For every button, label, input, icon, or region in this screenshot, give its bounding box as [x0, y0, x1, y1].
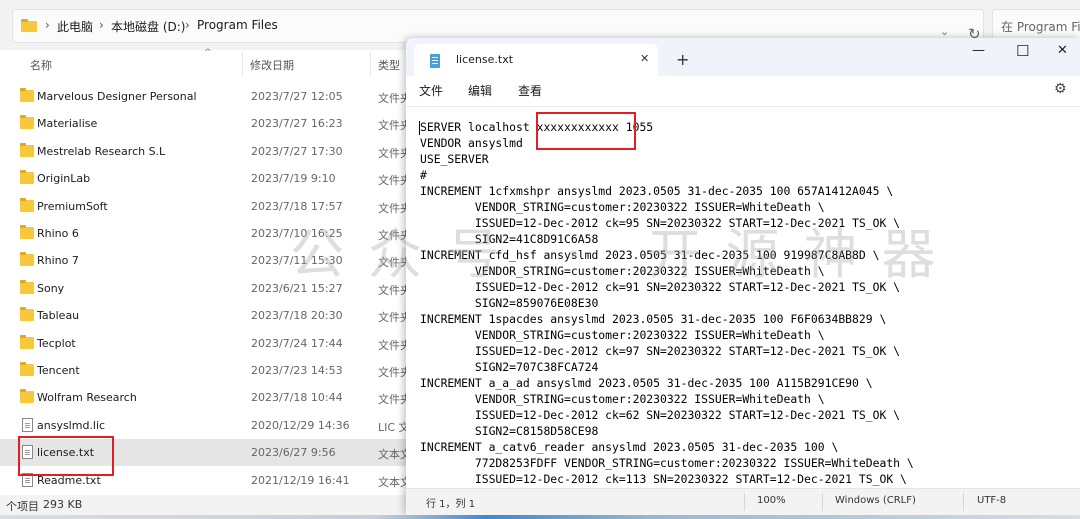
notepad-title-bar[interactable]: license.txt ✕ + — ☐ ✕ [406, 38, 1080, 76]
item-name: OriginLab [37, 172, 91, 186]
search-placeholder: 在 Program Files [1001, 20, 1080, 34]
menu-view[interactable]: 查看 [518, 82, 542, 99]
close-tab-icon[interactable]: ✕ [640, 52, 649, 65]
item-name: Rhino 7 [37, 254, 79, 268]
highlight-box [536, 112, 636, 150]
item-date: 2023/7/19 9:10 [251, 172, 336, 186]
column-divider[interactable] [242, 52, 243, 76]
chevron-right-icon: › [45, 18, 50, 32]
cursor-position: 行 1，列 1 [426, 499, 476, 510]
file-icon [22, 417, 33, 432]
item-date: 2023/7/10 16:25 [251, 227, 343, 240]
item-date: 2023/7/18 10:44 [251, 391, 343, 405]
line-ending: Windows (CRLF) [835, 495, 916, 506]
column-header-date[interactable]: 修改日期 [250, 57, 294, 73]
sort-up-icon: ^ [204, 48, 212, 58]
item-date: 2020/12/29 14:36 [251, 418, 350, 432]
folder-icon [20, 197, 34, 212]
item-type: LIC 文 [378, 420, 410, 434]
item-name: Rhino 6 [37, 227, 79, 240]
item-date: 2023/7/18 20:30 [251, 309, 343, 323]
folder-icon [21, 19, 37, 32]
item-name: ansyslmd.lic [37, 418, 106, 432]
notepad-status-bar: 行 1，列 1 100% Windows (CRLF) UTF-8 [406, 488, 1080, 515]
item-name: Mestrelab Research S.L [37, 144, 166, 158]
notepad-window: license.txt ✕ + — ☐ ✕ 文件 编辑 查看 ⚙ SERVER … [406, 38, 1080, 515]
folder-icon [20, 170, 34, 185]
item-name: Tencent [37, 364, 80, 377]
column-header-name[interactable]: 名称 [30, 57, 52, 73]
tab-title: license.txt [456, 53, 514, 66]
breadcrumb-program-files[interactable]: Program Files [197, 18, 278, 32]
item-date: 2023/7/27 17:30 [251, 144, 343, 158]
item-name: Materialise [37, 117, 98, 131]
folder-icon [20, 142, 34, 157]
text-content: SERVER localhost xxxxxxxxxxxx 1055 VENDO… [420, 120, 914, 486]
new-tab-icon[interactable]: + [676, 50, 689, 69]
highlight-box [18, 436, 114, 476]
status-divider [822, 493, 823, 511]
status-divider [744, 493, 745, 511]
folder-icon [20, 225, 34, 239]
item-date: 2021/12/19 16:41 [251, 473, 350, 487]
close-icon[interactable]: ✕ [1057, 43, 1068, 58]
taskbar-edge [0, 515, 1080, 519]
item-date: 2023/7/18 17:57 [251, 199, 343, 213]
notepad-menu-bar: 文件 编辑 查看 ⚙ [406, 76, 1080, 106]
breadcrumb-local-disk[interactable]: 本地磁盘 (D:) [111, 18, 185, 35]
chevron-right-icon: › [99, 18, 104, 32]
tab-license-txt[interactable]: license.txt ✕ [414, 44, 658, 76]
minimize-icon[interactable]: — [972, 43, 985, 58]
item-date: 2023/7/27 12:05 [251, 90, 343, 103]
folder-icon [20, 362, 34, 376]
item-date: 2023/6/27 9:56 [251, 446, 336, 460]
item-name: Tecplot [37, 336, 76, 350]
zoom-level: 100% [757, 495, 786, 506]
column-header-type[interactable]: 类型 [378, 57, 400, 73]
item-count: 个项目 [6, 500, 39, 513]
folder-icon [20, 252, 34, 267]
item-name: PremiumSoft [37, 199, 108, 213]
chevron-down-icon[interactable]: ⌄ [940, 25, 949, 38]
encoding: UTF-8 [977, 495, 1007, 506]
menu-edit[interactable]: 编辑 [468, 82, 492, 99]
maximize-icon[interactable]: ☐ [1016, 42, 1029, 60]
selection-size: 293 KB [43, 498, 83, 511]
text-caret [419, 121, 420, 135]
notepad-icon [430, 54, 440, 68]
item-name: Tableau [37, 309, 80, 323]
status-divider [963, 493, 964, 511]
item-date: 2023/7/27 16:23 [251, 117, 343, 131]
item-name: Sony [37, 281, 65, 295]
folder-icon [20, 389, 34, 404]
text-editor[interactable]: SERVER localhost xxxxxxxxxxxx 1055 VENDO… [406, 106, 1080, 486]
item-name: Marvelous Designer Personal [37, 90, 197, 103]
folder-icon [20, 307, 34, 322]
folder-icon [20, 88, 34, 102]
item-date: 2023/7/24 17:44 [251, 336, 343, 350]
folder-icon [20, 115, 34, 130]
item-date: 2023/6/21 15:27 [251, 281, 343, 295]
item-date: 2023/7/23 14:53 [251, 364, 343, 377]
folder-icon [20, 279, 34, 294]
breadcrumb-this-pc[interactable]: 此电脑 [57, 18, 93, 35]
folder-icon [20, 334, 34, 349]
column-divider[interactable] [370, 52, 371, 76]
settings-gear-icon[interactable]: ⚙ [1054, 81, 1067, 97]
chevron-right-icon: › [185, 18, 190, 32]
item-date: 2023/7/11 15:30 [251, 254, 343, 268]
menu-file[interactable]: 文件 [419, 82, 443, 99]
item-name: Wolfram Research [37, 391, 137, 405]
